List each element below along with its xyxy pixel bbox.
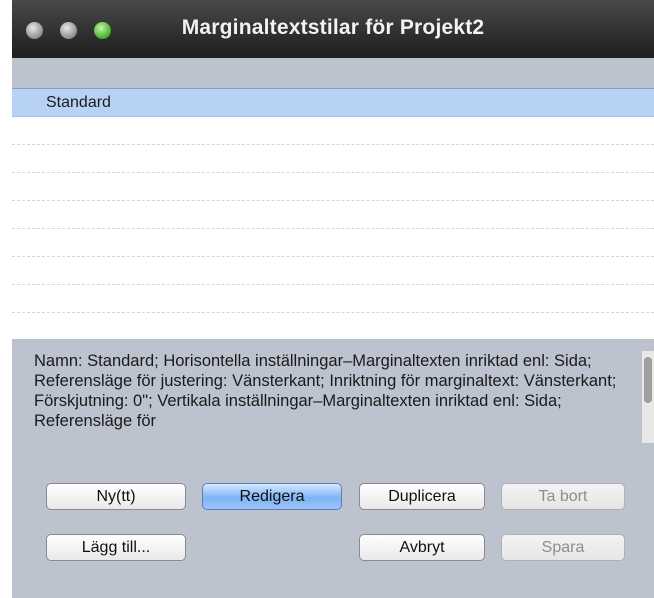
window-title: Marginaltextstilar för Projekt2 <box>181 16 485 39</box>
empty-list-row[interactable] <box>12 173 654 201</box>
empty-list-row[interactable] <box>12 117 654 145</box>
empty-list-row[interactable] <box>12 285 654 313</box>
append-button[interactable]: Lägg till... <box>46 534 186 561</box>
styles-list[interactable]: Standard <box>12 88 654 339</box>
new-button[interactable]: Ny(tt) <box>46 483 186 510</box>
delete-button[interactable]: Ta bort <box>501 483 625 510</box>
style-description: Namn: Standard; Horisontella inställning… <box>34 352 617 430</box>
empty-list-row[interactable] <box>12 257 654 285</box>
list-item-label: Standard <box>46 94 111 111</box>
list-item-standard[interactable]: Standard <box>12 89 654 117</box>
empty-list-row[interactable] <box>12 145 654 173</box>
description-scrollbar[interactable] <box>642 351 654 443</box>
empty-list-row[interactable] <box>12 313 654 339</box>
style-description-area: Namn: Standard; Horisontella inställning… <box>34 351 646 461</box>
duplicate-button[interactable]: Duplicera <box>359 483 485 510</box>
title-bar[interactable]: Marginaltextstilar för Projekt2 <box>12 0 654 58</box>
empty-list-row[interactable] <box>12 201 654 229</box>
edit-button[interactable]: Redigera <box>202 483 342 510</box>
cancel-button[interactable]: Avbryt <box>359 534 485 561</box>
empty-list-row[interactable] <box>12 229 654 257</box>
save-button[interactable]: Spara <box>501 534 625 561</box>
dialog-window: Marginaltextstilar för Projekt2 Standard… <box>12 0 654 598</box>
scrollbar-thumb[interactable] <box>644 357 652 403</box>
